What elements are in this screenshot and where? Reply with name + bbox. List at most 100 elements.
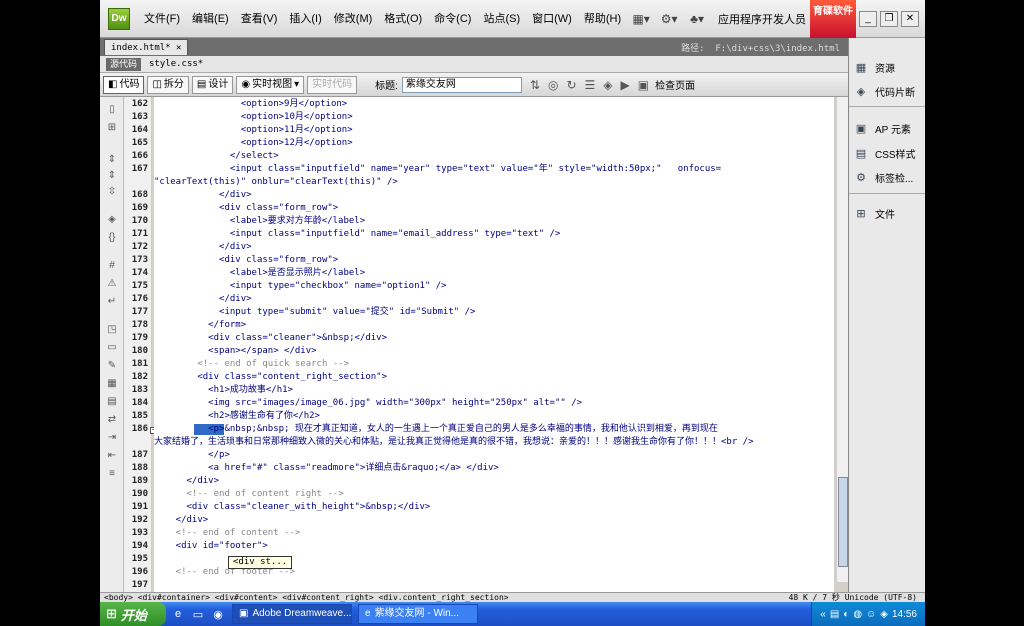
site-icon[interactable]: ♣▾	[687, 11, 707, 27]
panel-assets[interactable]: ▦ 资源	[853, 58, 895, 76]
security-icon[interactable]: ◍	[853, 609, 862, 620]
gear-icon[interactable]: ⚙▾	[659, 11, 679, 27]
panel-ap-elements[interactable]: ▣ AP 元素	[853, 119, 911, 137]
menu-insert[interactable]: 插入(I)	[283, 0, 327, 38]
code-line[interactable]: <option>9月</option>	[154, 99, 348, 110]
tray-arrow-icon[interactable]: «	[820, 609, 826, 620]
menu-commands[interactable]: 命令(C)	[428, 0, 477, 38]
code-editor[interactable]: <option>9月</option> <option>10月</option>…	[154, 97, 834, 592]
source-code-button[interactable]: 源代码	[106, 57, 142, 71]
file-management-icon[interactable]: ⇅	[530, 78, 540, 92]
menu-edit[interactable]: 编辑(E)	[186, 0, 235, 38]
title-input[interactable]: 紫缘交友网	[401, 76, 522, 93]
collapse-tag-icon[interactable]: ⇕	[104, 153, 120, 167]
code-line[interactable]: </select>	[154, 151, 279, 162]
check-page-icon[interactable]: ▣	[638, 78, 649, 92]
recent-snippets-icon[interactable]: ▤	[104, 395, 120, 409]
code-line[interactable]: <img src="images/image_06.jpg" width="30…	[154, 398, 582, 409]
menu-site[interactable]: 站点(S)	[477, 0, 526, 38]
vertical-scrollbar[interactable]	[836, 97, 848, 582]
refresh-icon[interactable]: ↻	[566, 78, 576, 92]
code-line[interactable]: <label>是否显示照片</label>	[154, 268, 365, 279]
close-icon[interactable]: ✕	[176, 43, 181, 53]
style-css-link[interactable]: style.css*	[149, 59, 203, 69]
line-numbers-icon[interactable]: #	[104, 259, 120, 273]
expand-all-icon[interactable]: ⇳	[104, 185, 120, 199]
design-view-button[interactable]: ▤ 设计	[191, 75, 234, 94]
format-source-icon[interactable]: ≡	[104, 467, 120, 481]
show-code-navigator-icon[interactable]: ⊞	[104, 121, 120, 135]
code-line[interactable]: <a href="#" class="readmore">详细点击&raquo;…	[154, 463, 499, 474]
code-line[interactable]: </div>	[154, 515, 209, 526]
code-line[interactable]: </div>	[154, 476, 220, 487]
code-line[interactable]: <option>11月</option>	[154, 125, 353, 136]
outdent-icon[interactable]: ⇤	[104, 449, 120, 463]
code-line[interactable]: </div>	[154, 294, 252, 305]
code-line[interactable]: <div class="form_row">	[154, 255, 338, 266]
close-icon[interactable]: ✕	[901, 10, 919, 27]
code-line[interactable]: <p>&nbsp;&nbsp; 现在才真正知道，女人的一生遇上一个真正爱自己的男…	[154, 424, 718, 435]
ie-icon[interactable]: e	[170, 606, 186, 622]
code-line[interactable]: <input type="checkbox" name="option1" />	[154, 281, 447, 292]
task-dreamweaver[interactable]: ▣ Adobe Dreamweave...	[232, 604, 352, 624]
collapsed-code-hint[interactable]: <div st...	[228, 556, 293, 569]
word-wrap-icon[interactable]: ↵	[104, 295, 120, 309]
code-line[interactable]: <span></span> </div>	[154, 346, 316, 357]
code-line[interactable]: <div class="content_right_section">	[154, 372, 387, 383]
layout-icon[interactable]: ▦▾	[631, 11, 651, 27]
select-parent-tag-icon[interactable]: ◈	[104, 213, 120, 227]
panel-snippets[interactable]: ◈ 代码片断	[853, 82, 915, 100]
firefox-icon[interactable]: ◉	[210, 606, 226, 622]
highlight-invalid-code-icon[interactable]: ⚠	[104, 277, 120, 291]
tab-index-html[interactable]: index.html* ✕	[104, 39, 189, 55]
code-line[interactable]: <label>要求对方年龄</label>	[154, 216, 365, 227]
start-button[interactable]: ⊞ 开始	[100, 602, 166, 626]
apply-comment-icon[interactable]: ▭	[104, 341, 120, 355]
menu-window[interactable]: 窗口(W)	[526, 0, 578, 38]
wrap-tag-icon[interactable]: ▦	[104, 377, 120, 391]
code-line[interactable]: <div id="footer">	[154, 541, 268, 552]
menu-view[interactable]: 查看(V)	[235, 0, 284, 38]
code-line[interactable]: <div class="cleaner_with_height">&nbsp;<…	[154, 502, 431, 513]
code-line[interactable]: <input class="inputfield" name="year" ty…	[154, 164, 721, 175]
code-line[interactable]: <h1>成功故事</h1>	[154, 385, 293, 396]
code-view-button[interactable]: ◧ 代码	[103, 75, 145, 94]
open-documents-icon[interactable]: ▯	[104, 103, 120, 117]
collapse-selection-icon[interactable]: ⇕	[104, 169, 120, 183]
menu-format[interactable]: 格式(O)	[378, 0, 428, 38]
task-browser[interactable]: e 紫缘交友网 - Win...	[358, 604, 478, 624]
move-css-icon[interactable]: ⇄	[104, 413, 120, 427]
syntax-error-icon[interactable]: ◳	[104, 323, 120, 337]
volume-icon[interactable]: ◐	[843, 609, 849, 620]
view-options-icon[interactable]: ☰	[585, 78, 596, 92]
browser-preview-icon[interactable]: ◎	[548, 78, 558, 92]
live-code-button[interactable]: 实时代码	[307, 75, 358, 94]
menu-help[interactable]: 帮助(H)	[578, 0, 627, 38]
workspace-switcher[interactable]: 应用程序开发人员	[718, 11, 806, 27]
code-line[interactable]: <div class="form_row">	[154, 203, 338, 214]
code-line[interactable]: "clearText(this)" onblur="clearText(this…	[154, 177, 398, 188]
show-desktop-icon[interactable]: ▭	[190, 606, 206, 622]
code-line[interactable]: <!-- end of content -->	[154, 528, 301, 539]
code-line[interactable]: </div>	[154, 190, 252, 201]
code-line[interactable]: <option>12月</option>	[154, 138, 353, 149]
im-icon[interactable]: ☺	[866, 609, 876, 620]
shield-icon[interactable]: ◈	[880, 609, 888, 620]
tag-selector[interactable]: <body> <div#container> <div#content> <di…	[100, 593, 700, 602]
code-line[interactable]: <h2>感谢生命有了你</h2>	[154, 411, 320, 422]
scrollbar-thumb[interactable]	[838, 477, 848, 567]
minimize-icon[interactable]: _	[859, 10, 877, 27]
visual-aids-icon[interactable]: ◈	[603, 78, 612, 92]
live-view-button[interactable]: ◉ 实时视图 ▾	[236, 75, 305, 94]
split-view-button[interactable]: ◫ 拆分	[147, 75, 189, 94]
code-line[interactable]: </div>	[154, 242, 252, 253]
network-icon[interactable]: ▤	[830, 609, 839, 620]
remove-comment-icon[interactable]: ✎	[104, 359, 120, 373]
code-line[interactable]: <!-- end of content right -->	[154, 489, 344, 500]
indent-icon[interactable]: ⇥	[104, 431, 120, 445]
restore-icon[interactable]: ❐	[880, 10, 898, 27]
code-line[interactable]: <option>10月</option>	[154, 112, 353, 123]
menu-file[interactable]: 文件(F)	[138, 0, 186, 38]
balance-braces-icon[interactable]: {}	[104, 231, 120, 245]
check-page-button[interactable]: 检查页面	[655, 77, 695, 92]
